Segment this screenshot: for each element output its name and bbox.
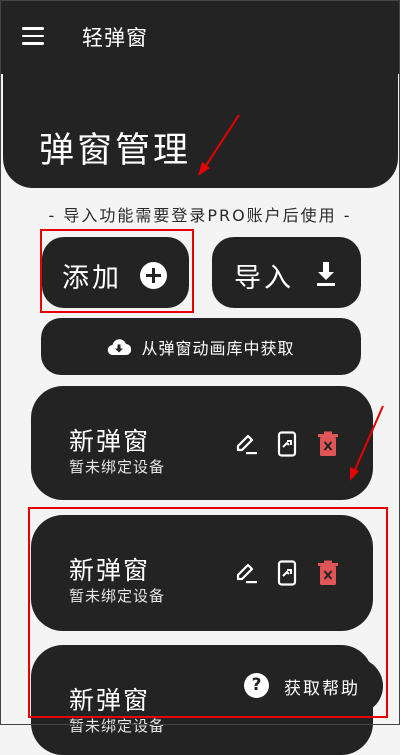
app-title: 轻弹窗 — [82, 26, 148, 50]
import-button-label: 导入 — [234, 263, 294, 294]
menu-icon[interactable] — [22, 27, 44, 45]
page-title: 弹窗管理 — [39, 131, 192, 171]
bind-device-icon[interactable] — [273, 559, 300, 586]
help-circle-icon: ? — [244, 673, 269, 698]
animation-library-button[interactable]: 从弹窗动画库中获取 — [41, 318, 361, 375]
card-subtitle: 暂未绑定设备 — [69, 587, 166, 605]
help-button-label: 获取帮助 — [284, 679, 360, 699]
delete-icon[interactable] — [314, 430, 341, 457]
bind-device-icon[interactable] — [273, 430, 300, 457]
card-subtitle: 暂未绑定设备 — [69, 458, 166, 476]
popup-card[interactable]: 新弹窗 暂未绑定设备 — [31, 515, 373, 631]
card-title: 新弹窗 — [69, 556, 151, 585]
card-title: 新弹窗 — [69, 686, 151, 715]
plus-circle-icon — [140, 262, 167, 289]
card-subtitle: 暂未绑定设备 — [69, 717, 166, 735]
card-title: 新弹窗 — [69, 427, 151, 456]
popup-card[interactable]: 新弹窗 暂未绑定设备 — [31, 386, 373, 500]
import-button[interactable]: 导入 — [212, 237, 361, 308]
help-button[interactable]: ? 获取帮助 — [227, 658, 383, 714]
app-bar: 轻弹窗 — [0, 0, 400, 74]
import-notice: - 导入功能需要登录PRO账户后使用 - — [48, 206, 352, 225]
add-button-label: 添加 — [62, 263, 122, 294]
download-icon — [317, 262, 335, 286]
add-button[interactable]: 添加 — [42, 237, 189, 308]
edit-icon[interactable] — [232, 430, 259, 457]
cloud-download-icon — [108, 338, 132, 355]
delete-icon[interactable] — [314, 559, 341, 586]
edit-icon[interactable] — [232, 559, 259, 586]
animation-library-label: 从弹窗动画库中获取 — [141, 338, 295, 358]
page-header: 弹窗管理 — [3, 74, 398, 188]
